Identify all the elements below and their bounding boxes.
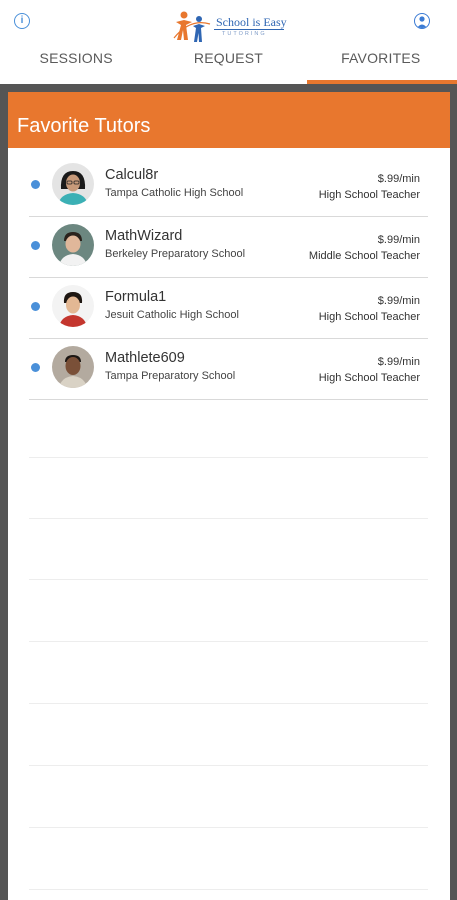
tutor-name: Mathlete609	[105, 350, 185, 366]
tutor-school: Tampa Catholic High School	[105, 187, 244, 199]
avatar	[52, 224, 94, 266]
logo-figures-icon	[173, 11, 211, 42]
tutor-school: Tampa Preparatory School	[105, 370, 236, 382]
tab-sessions[interactable]: SESSIONS	[0, 44, 152, 84]
online-status-icon	[31, 180, 40, 189]
avatar	[52, 285, 94, 327]
tutor-row[interactable]: Mathlete609 Tampa Preparatory School $.9…	[29, 339, 428, 400]
tutor-rate: $.99/min	[377, 234, 420, 246]
empty-row-divider	[29, 765, 428, 766]
tutor-name: MathWizard	[105, 228, 183, 244]
profile-icon[interactable]	[414, 13, 430, 29]
empty-row-divider	[29, 579, 428, 580]
tab-bar: SESSIONS REQUEST FAVORITES	[0, 44, 457, 84]
empty-row-divider	[29, 889, 428, 890]
favorites-panel: Favorite Tutors Calcul8r Tampa Catholic …	[8, 92, 450, 900]
empty-row-divider	[29, 703, 428, 704]
tutor-row[interactable]: MathWizard Berkeley Preparatory School $…	[29, 217, 428, 278]
online-status-icon	[31, 241, 40, 250]
empty-row-divider	[29, 827, 428, 828]
tutor-role: Middle School Teacher	[308, 250, 420, 262]
avatar	[52, 346, 94, 388]
tutor-rate: $.99/min	[377, 356, 420, 368]
tutor-school: Berkeley Preparatory School	[105, 248, 246, 260]
tutor-role: High School Teacher	[318, 189, 420, 201]
tab-favorites[interactable]: FAVORITES	[305, 44, 457, 84]
app-logo: School is Easy TUTORING	[172, 10, 287, 46]
online-status-icon	[31, 302, 40, 311]
info-icon[interactable]: i	[14, 13, 30, 29]
top-bar: i School is Easy TUTORING SESSIONS REQUE…	[0, 0, 457, 84]
panel-title: Favorite Tutors	[8, 92, 450, 148]
tab-request[interactable]: REQUEST	[152, 44, 304, 84]
person-icon	[417, 16, 427, 28]
tutor-role: High School Teacher	[318, 311, 420, 323]
empty-row-divider	[29, 641, 428, 642]
empty-row-divider	[29, 457, 428, 458]
tutor-row[interactable]: Formula1 Jesuit Catholic High School $.9…	[29, 278, 428, 339]
logo-text: School is Easy	[216, 15, 287, 29]
tutor-rate: $.99/min	[377, 295, 420, 307]
tutor-rate: $.99/min	[377, 173, 420, 185]
logo-divider	[214, 29, 284, 30]
tutor-name: Formula1	[105, 289, 167, 305]
tutor-row[interactable]: Calcul8r Tampa Catholic High School $.99…	[29, 156, 428, 217]
tutor-role: High School Teacher	[318, 372, 420, 384]
tutor-school: Jesuit Catholic High School	[105, 309, 239, 321]
online-status-icon	[31, 363, 40, 372]
empty-row-divider	[29, 518, 428, 519]
tutor-name: Calcul8r	[105, 167, 159, 183]
logo-subtext: TUTORING	[222, 31, 267, 37]
avatar	[52, 163, 94, 205]
